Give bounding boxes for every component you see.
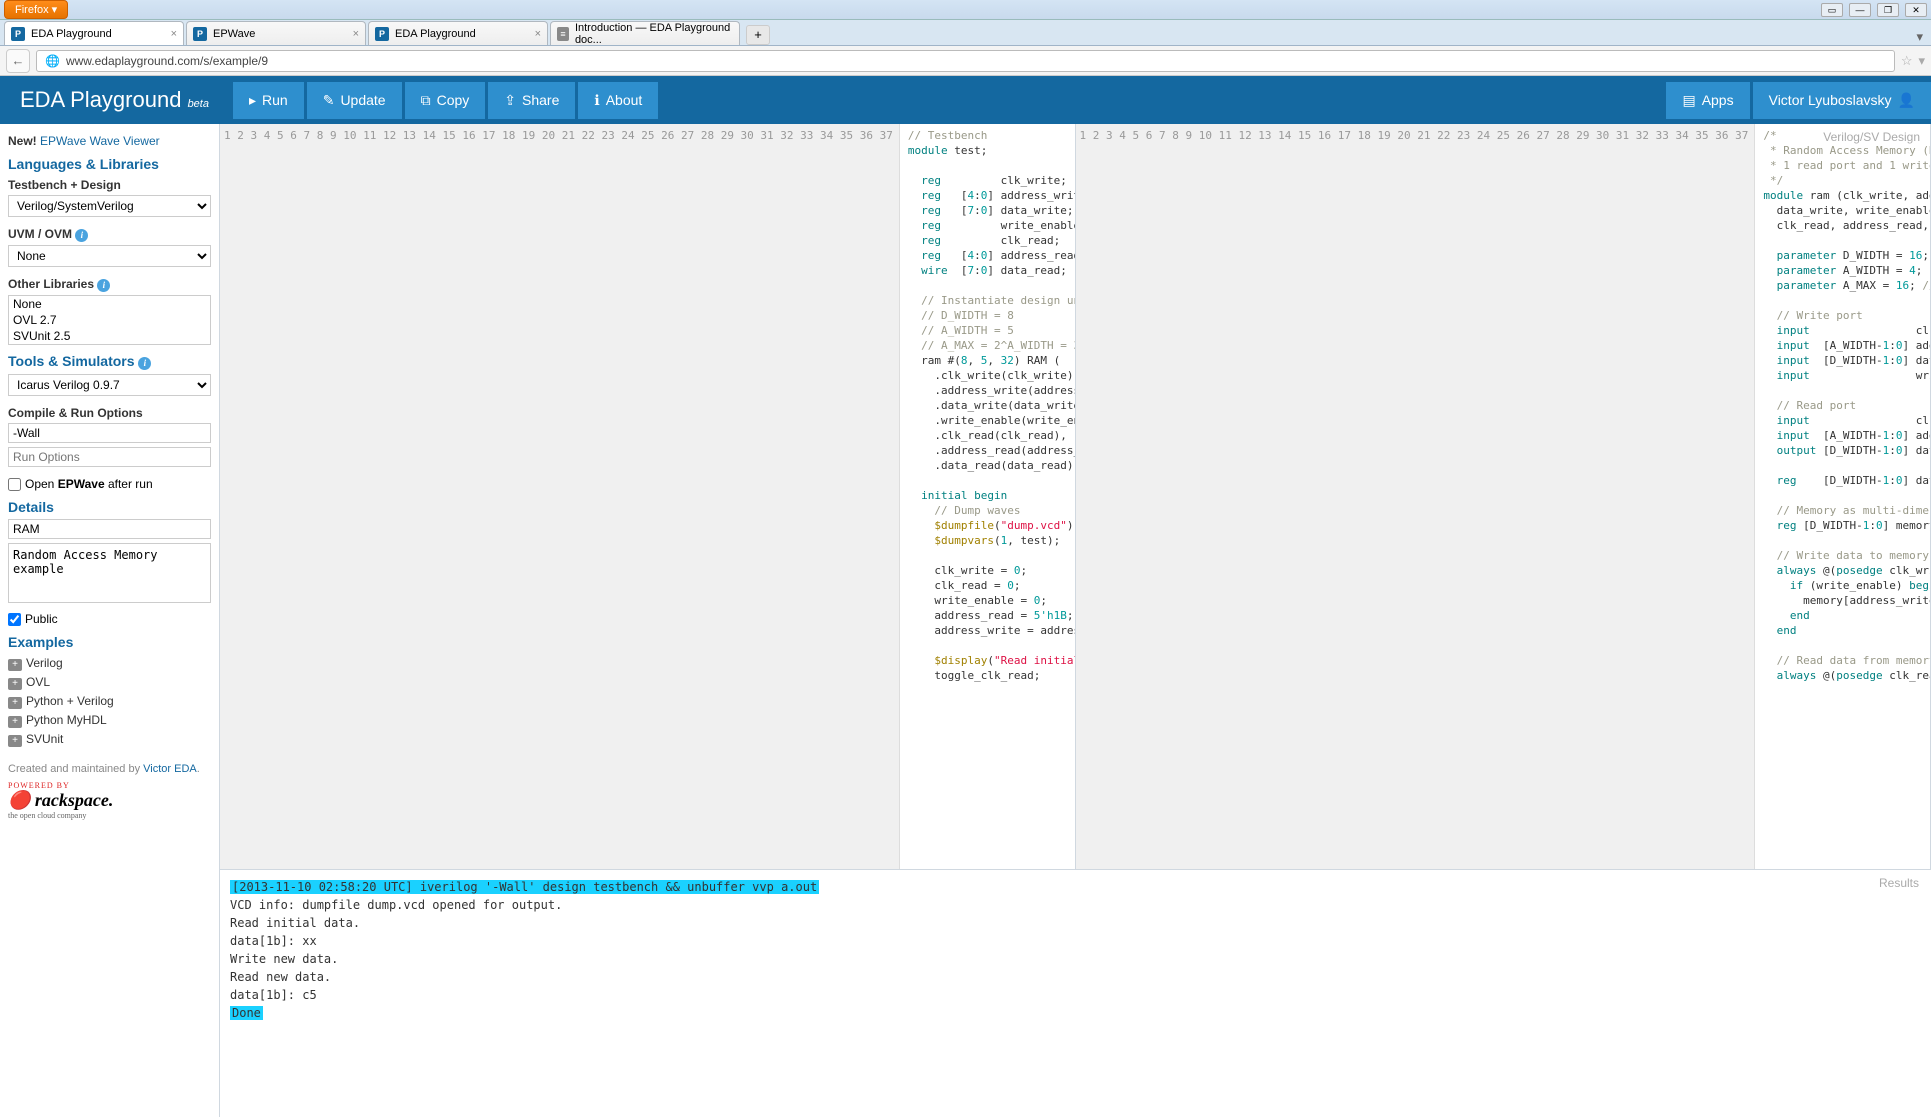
- browser-tab-strip: P EDA Playground × P EPWave × P EDA Play…: [0, 20, 1931, 46]
- tab-label: EDA Playground: [31, 28, 112, 40]
- tools-heading: Tools & Simulators i: [8, 353, 211, 370]
- public-checkbox[interactable]: [8, 613, 21, 626]
- description-input[interactable]: Random Access Memory example: [8, 543, 211, 603]
- info-icon[interactable]: i: [138, 357, 151, 370]
- languages-heading: Languages & Libraries: [8, 156, 211, 172]
- app-title: EDA Playground beta: [0, 87, 229, 113]
- tab-close-icon[interactable]: ×: [353, 28, 359, 40]
- example-item[interactable]: Verilog: [8, 654, 211, 673]
- back-button[interactable]: ←: [6, 49, 30, 73]
- epwave-checkbox-row[interactable]: Open EPWave after run: [8, 477, 211, 491]
- info-icon[interactable]: i: [75, 229, 88, 242]
- code-area[interactable]: // Testbench module test; reg clk_write;…: [900, 124, 1075, 869]
- testbench-editor[interactable]: 1 2 3 4 5 6 7 8 9 10 11 12 13 14 15 16 1…: [220, 124, 1076, 869]
- tab-label: EDA Playground: [395, 28, 476, 40]
- line-gutter: 1 2 3 4 5 6 7 8 9 10 11 12 13 14 15 16 1…: [1076, 124, 1756, 869]
- update-button[interactable]: ✎Update: [307, 82, 402, 119]
- tab-close-icon[interactable]: ×: [535, 28, 541, 40]
- results-label: Results: [1879, 876, 1919, 890]
- user-icon: 👤: [1898, 92, 1915, 109]
- new-tab-button[interactable]: +: [746, 25, 770, 45]
- window-close-button[interactable]: ✕: [1905, 3, 1927, 17]
- epwave-link[interactable]: EPWave Wave Viewer: [40, 134, 160, 148]
- epwave-checkbox-label: Open EPWave after run: [25, 477, 153, 491]
- uvm-label: UVM / OVM i: [8, 227, 211, 242]
- testbench-design-label: Testbench + Design: [8, 178, 211, 192]
- editor-label: Verilog/SV Design: [1823, 130, 1920, 144]
- other-libs-label: Other Libraries i: [8, 277, 211, 292]
- copy-icon: ⧉: [421, 92, 431, 109]
- testbench-select[interactable]: Verilog/SystemVerilog: [8, 195, 211, 217]
- list-item[interactable]: SVUnit 2.5: [9, 328, 210, 344]
- footer-text: Created and maintained by Victor EDA.: [8, 763, 211, 775]
- browser-toolbar: ← 🌐 www.edaplayground.com/s/example/9 ☆ …: [0, 46, 1931, 76]
- copy-button[interactable]: ⧉Copy: [405, 82, 486, 119]
- victor-eda-link[interactable]: Victor EDA: [143, 763, 197, 775]
- tab-close-icon[interactable]: ×: [171, 28, 177, 40]
- apps-icon: ▤: [1682, 92, 1695, 109]
- run-options-input[interactable]: [8, 447, 211, 467]
- code-area[interactable]: /* * Random Access Memory (RAM) with * 1…: [1755, 124, 1930, 869]
- results-panel: Results [2013-11-10 02:58:20 UTC] iveril…: [220, 869, 1931, 1117]
- user-menu[interactable]: Victor Lyuboslavsky 👤: [1753, 82, 1931, 119]
- example-item[interactable]: Python + Verilog: [8, 692, 211, 711]
- example-item[interactable]: Python MyHDL: [8, 711, 211, 730]
- compile-options-label: Compile & Run Options: [8, 406, 211, 420]
- example-item[interactable]: SVUnit: [8, 730, 211, 749]
- console-output[interactable]: [2013-11-10 02:58:20 UTC] iverilog '-Wal…: [220, 870, 1931, 1030]
- browser-tab[interactable]: ≡ Introduction — EDA Playground doc...: [550, 21, 740, 45]
- tab-favicon: P: [11, 27, 25, 41]
- window-maximize-button[interactable]: ❐: [1877, 3, 1899, 17]
- browser-tab[interactable]: P EPWave ×: [186, 21, 366, 45]
- list-item[interactable]: None: [9, 296, 210, 312]
- tab-favicon: P: [375, 27, 389, 41]
- url-input[interactable]: 🌐 www.edaplayground.com/s/example/9: [36, 50, 1895, 72]
- browser-tab[interactable]: P EDA Playground ×: [4, 21, 184, 45]
- uvm-select[interactable]: None: [8, 245, 211, 267]
- new-banner: New! EPWave Wave Viewer: [8, 134, 211, 148]
- share-button[interactable]: ⇪Share: [488, 82, 575, 119]
- tab-favicon: ≡: [557, 27, 569, 41]
- browser-tab[interactable]: P EDA Playground ×: [368, 21, 548, 45]
- run-button[interactable]: ▸Run: [233, 82, 304, 119]
- window-extra-button[interactable]: ▭: [1821, 3, 1843, 17]
- tab-overflow-button[interactable]: ▾: [1908, 29, 1931, 45]
- public-checkbox-row[interactable]: Public: [8, 612, 211, 626]
- info-icon[interactable]: i: [97, 279, 110, 292]
- rackspace-logo: POWERED BY 🔴 rackspace. the open cloud c…: [8, 781, 211, 820]
- sidebar: New! EPWave Wave Viewer Languages & Libr…: [0, 124, 220, 1117]
- tab-favicon: P: [193, 27, 207, 41]
- play-icon: ▸: [249, 92, 256, 109]
- tool-select[interactable]: Icarus Verilog 0.9.7: [8, 374, 211, 396]
- design-editor[interactable]: Verilog/SV Design 1 2 3 4 5 6 7 8 9 10 1…: [1076, 124, 1931, 869]
- line-gutter: 1 2 3 4 5 6 7 8 9 10 11 12 13 14 15 16 1…: [220, 124, 900, 869]
- epwave-checkbox[interactable]: [8, 478, 21, 491]
- list-item[interactable]: OVL 2.7: [9, 312, 210, 328]
- share-icon: ⇪: [504, 92, 516, 109]
- name-input[interactable]: [8, 519, 211, 539]
- tab-label: EPWave: [213, 28, 255, 40]
- bookmark-icon[interactable]: ▾: [1918, 53, 1925, 69]
- pencil-icon: ✎: [323, 92, 335, 109]
- feed-icon[interactable]: ☆: [1901, 53, 1913, 69]
- window-minimize-button[interactable]: —: [1849, 3, 1871, 17]
- public-label: Public: [25, 612, 58, 626]
- other-libs-list[interactable]: None OVL 2.7 SVUnit 2.5: [8, 295, 211, 345]
- details-heading: Details: [8, 499, 211, 515]
- compile-options-input[interactable]: [8, 423, 211, 443]
- url-text: www.edaplayground.com/s/example/9: [66, 54, 268, 68]
- firefox-menu-button[interactable]: Firefox ▾: [4, 0, 68, 19]
- globe-icon: 🌐: [45, 54, 60, 68]
- window-titlebar: Firefox ▾ ▭ — ❐ ✕: [0, 0, 1931, 20]
- about-button[interactable]: ℹAbout: [578, 82, 658, 119]
- apps-button[interactable]: ▤Apps: [1666, 82, 1749, 119]
- tab-label: Introduction — EDA Playground doc...: [575, 22, 733, 46]
- examples-heading: Examples: [8, 634, 211, 650]
- app-header: EDA Playground beta ▸Run ✎Update ⧉Copy ⇪…: [0, 76, 1931, 124]
- info-icon: ℹ: [594, 92, 599, 109]
- example-item[interactable]: OVL: [8, 673, 211, 692]
